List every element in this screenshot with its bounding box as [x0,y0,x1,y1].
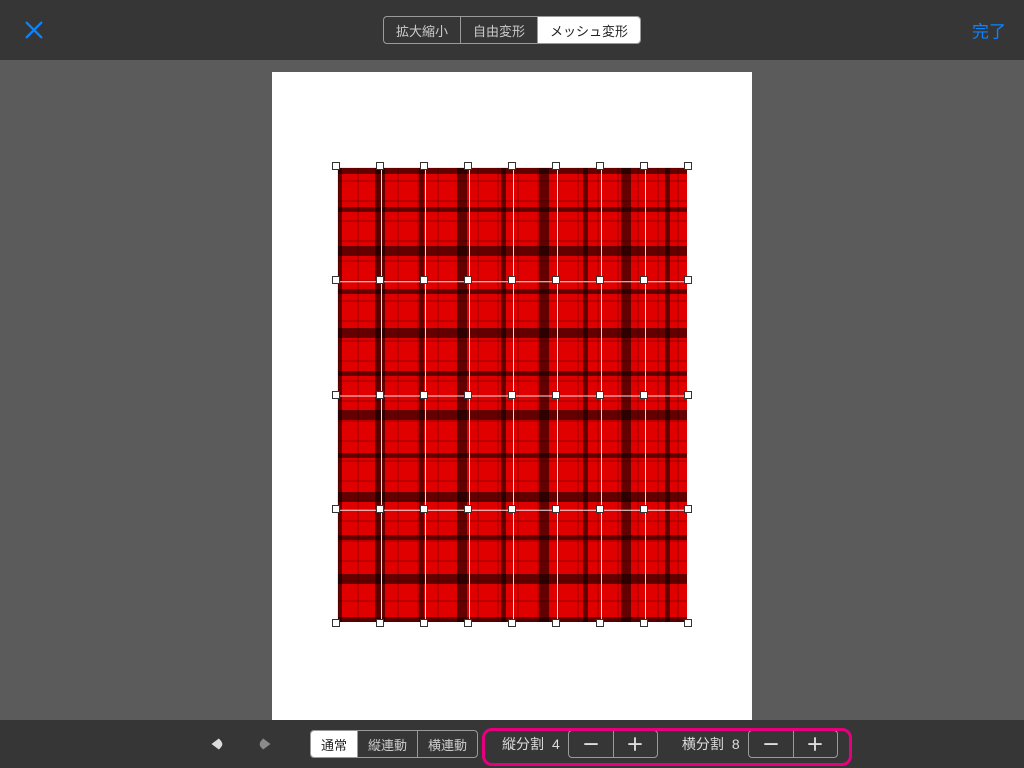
mesh-handle[interactable] [552,619,560,627]
undo-icon [206,733,228,755]
plus-icon [806,735,824,753]
mesh-handle[interactable] [332,505,340,513]
mesh-handle[interactable] [420,619,428,627]
tab-link-vertical[interactable]: 縦連動 [357,731,417,757]
mesh-handle[interactable] [376,391,384,399]
mesh-handle[interactable] [684,505,692,513]
vertical-division-stepper [568,730,658,758]
horizontal-division-stepper [748,730,838,758]
link-mode-tabs: 通常 縦連動 横連動 [310,730,478,758]
transform-mode-tabs: 拡大縮小 自由変形 メッシュ変形 [383,16,641,44]
done-button[interactable]: 完了 [972,18,1006,43]
mesh-handle[interactable] [596,276,604,284]
mesh-handle[interactable] [464,619,472,627]
mesh-handle[interactable] [332,391,340,399]
mesh-handle[interactable] [508,505,516,513]
mesh-handle[interactable] [464,162,472,170]
vertical-division-label: 縦分割 [502,734,544,754]
tab-link-horizontal[interactable]: 横連動 [417,731,477,757]
horizontal-division-value: 8 [732,736,740,752]
mesh-handle[interactable] [332,276,340,284]
horizontal-minus-button[interactable] [749,731,793,757]
mesh-handle[interactable] [376,619,384,627]
canvas[interactable] [272,72,752,727]
mesh-handle[interactable] [464,276,472,284]
tab-link-normal[interactable]: 通常 [311,731,357,757]
redo-button[interactable] [248,727,282,761]
mesh-handle[interactable] [640,391,648,399]
mesh-handle[interactable] [464,505,472,513]
mesh-handle[interactable] [332,619,340,627]
top-toolbar: 拡大縮小 自由変形 メッシュ変形 完了 [0,0,1024,60]
mesh-handle[interactable] [596,505,604,513]
mesh-handle[interactable] [684,391,692,399]
mesh-handle[interactable] [684,276,692,284]
vertical-division-group: 縦分割 4 [502,730,658,758]
mesh-handle[interactable] [420,162,428,170]
mesh-overlay[interactable] [336,166,688,623]
plus-icon [626,735,644,753]
mesh-handle[interactable] [640,276,648,284]
vertical-division-value: 4 [552,736,560,752]
mesh-handle[interactable] [552,162,560,170]
minus-icon [762,735,780,753]
tab-free-transform[interactable]: 自由変形 [460,17,537,43]
mesh-handles-container [336,166,688,623]
horizontal-plus-button[interactable] [793,731,837,757]
undo-button[interactable] [200,727,234,761]
mesh-handle[interactable] [464,391,472,399]
bottom-toolbar: 通常 縦連動 横連動 縦分割 4 横分割 8 [0,720,1024,768]
mesh-handle[interactable] [508,162,516,170]
mesh-handle[interactable] [420,505,428,513]
vertical-plus-button[interactable] [613,731,657,757]
mesh-handle[interactable] [640,619,648,627]
mesh-handle[interactable] [508,619,516,627]
tab-mesh-transform[interactable]: メッシュ変形 [537,17,640,43]
mesh-handle[interactable] [596,162,604,170]
mesh-handle[interactable] [332,162,340,170]
redo-icon [254,733,276,755]
close-icon [23,19,45,41]
mesh-handle[interactable] [552,276,560,284]
mesh-handle[interactable] [376,276,384,284]
mesh-handle[interactable] [508,391,516,399]
mesh-handle[interactable] [684,162,692,170]
mesh-handle[interactable] [420,391,428,399]
close-button[interactable] [20,16,48,44]
mesh-handle[interactable] [376,162,384,170]
mesh-handle[interactable] [596,619,604,627]
mesh-handle[interactable] [420,276,428,284]
mesh-handle[interactable] [552,505,560,513]
mesh-handle[interactable] [552,391,560,399]
mesh-handle[interactable] [640,505,648,513]
mesh-handle[interactable] [596,391,604,399]
mesh-handle[interactable] [508,276,516,284]
horizontal-division-label: 横分割 [682,734,724,754]
horizontal-division-group: 横分割 8 [682,730,838,758]
tab-scale[interactable]: 拡大縮小 [384,17,460,43]
minus-icon [582,735,600,753]
mesh-handle[interactable] [684,619,692,627]
mesh-handle[interactable] [376,505,384,513]
mesh-handle[interactable] [640,162,648,170]
vertical-minus-button[interactable] [569,731,613,757]
canvas-area [0,60,1024,720]
